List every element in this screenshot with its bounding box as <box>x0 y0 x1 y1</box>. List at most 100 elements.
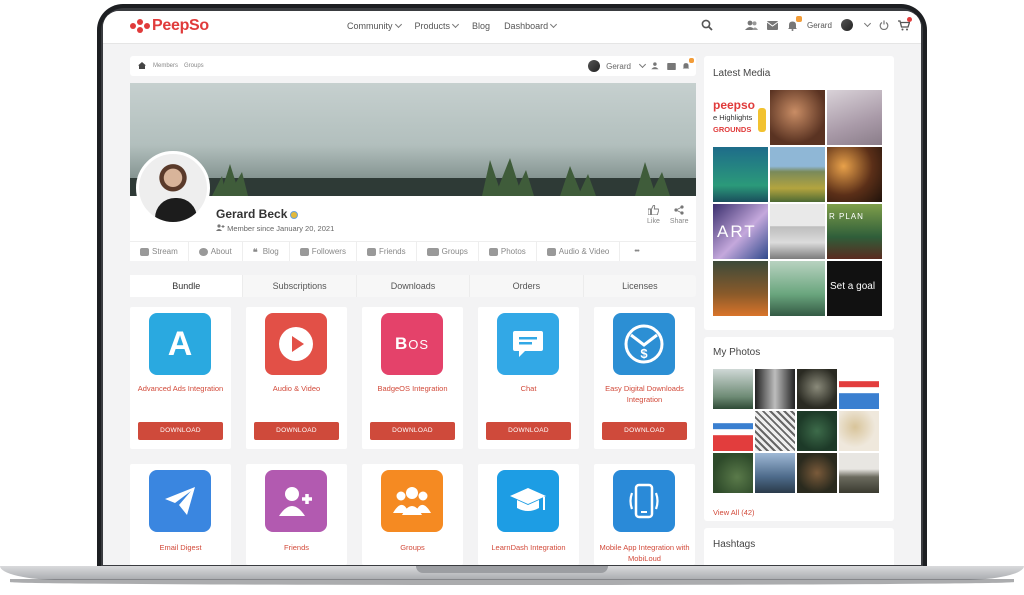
chevron-down-icon[interactable] <box>638 60 647 69</box>
tab-about[interactable]: About <box>189 242 243 261</box>
photo-tile[interactable] <box>797 453 837 493</box>
photo-tile[interactable] <box>713 411 753 451</box>
tab-blog[interactable]: ❝ Blog <box>243 242 290 261</box>
notifications-icon[interactable] <box>682 58 694 70</box>
media-tile[interactable] <box>827 90 882 145</box>
media-tile[interactable] <box>770 90 825 145</box>
download-button[interactable]: DOWNLOAD <box>254 422 339 440</box>
media-tile[interactable]: ART <box>713 204 768 259</box>
media-tile[interactable] <box>713 147 768 202</box>
product-card: LearnDash Integration <box>478 464 579 565</box>
hashtags-title: Hashtags <box>713 539 756 550</box>
nav-community[interactable]: Community <box>347 20 402 31</box>
dollar-download-icon[interactable]: $ <box>613 313 675 375</box>
view-all-photos-link[interactable]: View All (42) <box>713 508 755 517</box>
download-button[interactable]: DOWNLOAD <box>486 422 571 440</box>
add-friend-icon[interactable] <box>265 470 327 532</box>
photo-tile[interactable] <box>797 369 837 409</box>
notifications-icon[interactable] <box>787 15 802 31</box>
latest-media-widget: Latest Media peepso e Highlights GROUNDS… <box>704 56 894 330</box>
photo-tile[interactable] <box>755 411 795 451</box>
product-name[interactable]: BadgeOS Integration <box>362 383 463 394</box>
photo-tile[interactable] <box>839 453 879 493</box>
tab-followers[interactable]: Followers <box>290 242 357 261</box>
chat-bubble-icon[interactable] <box>497 313 559 375</box>
tab-licenses[interactable]: Licenses <box>584 275 696 297</box>
media-tile[interactable]: R PLAN <box>827 204 882 259</box>
brand-name: PeepSo <box>152 17 209 34</box>
group-icon[interactable] <box>381 470 443 532</box>
product-name[interactable]: Email Digest <box>130 542 231 553</box>
download-button[interactable]: DOWNLOAD <box>602 422 687 440</box>
product-name[interactable]: Audio & Video <box>246 383 347 394</box>
product-name[interactable]: Groups <box>362 542 463 553</box>
user-avatar[interactable] <box>588 60 601 72</box>
media-tile[interactable] <box>827 147 882 202</box>
product-card: $ Easy Digital Downloads Integration DOW… <box>594 307 695 449</box>
download-button[interactable]: DOWNLOAD <box>370 422 455 440</box>
nav-blog[interactable]: Blog <box>472 21 490 31</box>
friends-icon[interactable] <box>651 62 661 70</box>
mail-icon[interactable] <box>767 20 778 30</box>
photo-tile[interactable] <box>839 369 879 409</box>
tab-downloads[interactable]: Downloads <box>357 275 471 297</box>
photo-tile[interactable] <box>713 453 753 493</box>
tab-more[interactable]: ••• <box>620 242 652 261</box>
profile-avatar[interactable] <box>136 151 210 225</box>
graduation-cap-icon[interactable] <box>497 470 559 532</box>
breadcrumb-groups[interactable]: Groups <box>184 63 204 69</box>
download-button[interactable]: DOWNLOAD <box>138 422 223 440</box>
home-icon[interactable] <box>138 62 146 69</box>
top-nav: PeepSo Community Products Blog Dashboard… <box>103 11 921 44</box>
laptop-notch <box>416 566 608 573</box>
breadcrumb-user[interactable]: Gerard <box>606 62 631 71</box>
bos-logo-icon[interactable]: BOS <box>381 313 443 375</box>
chevron-down-icon <box>550 20 558 29</box>
photo-tile[interactable] <box>755 453 795 493</box>
nav-products[interactable]: Products <box>415 20 460 31</box>
photo-tile[interactable] <box>713 369 753 409</box>
photo-tile[interactable] <box>839 411 879 451</box>
brand-logo[interactable]: PeepSo <box>130 17 209 35</box>
product-name[interactable]: Chat <box>478 383 579 394</box>
tab-bundle[interactable]: Bundle <box>130 275 244 297</box>
search-icon[interactable] <box>701 19 713 31</box>
media-tile[interactable]: Set a goal <box>827 261 882 316</box>
mobile-app-icon[interactable] <box>613 470 675 532</box>
user-avatar[interactable] <box>840 19 853 31</box>
media-tile[interactable] <box>770 204 825 259</box>
media-tile[interactable] <box>713 261 768 316</box>
tab-orders[interactable]: Orders <box>470 275 584 297</box>
media-grid: peepso e Highlights GROUNDS ART R PLAN S… <box>713 90 882 316</box>
product-name[interactable]: Mobile App Integration with MobiLoud <box>594 542 695 564</box>
tab-subscriptions[interactable]: Subscriptions <box>243 275 357 297</box>
user-name[interactable]: Gerard <box>807 21 832 30</box>
media-tile[interactable]: peepso e Highlights GROUNDS <box>713 90 768 145</box>
tab-stream[interactable]: Stream <box>130 242 189 261</box>
tab-photos[interactable]: Photos <box>479 242 537 261</box>
power-icon[interactable] <box>879 20 889 30</box>
chevron-down-icon[interactable] <box>863 19 871 28</box>
media-tile[interactable] <box>770 147 825 202</box>
like-button[interactable]: Like <box>647 205 660 225</box>
friends-icon[interactable] <box>745 20 758 31</box>
mail-icon[interactable] <box>667 62 676 70</box>
product-name[interactable]: Friends <box>246 542 347 553</box>
share-button[interactable]: Share <box>670 205 689 225</box>
nav-dashboard[interactable]: Dashboard <box>504 20 558 31</box>
tab-audio-video[interactable]: Audio & Video <box>537 242 621 261</box>
product-name[interactable]: LearnDash Integration <box>478 542 579 553</box>
cart-icon[interactable] <box>897 16 912 31</box>
play-icon[interactable] <box>265 313 327 375</box>
tab-friends[interactable]: Friends <box>357 242 417 261</box>
breadcrumb-members[interactable]: Members <box>153 63 178 69</box>
a-letter-icon[interactable]: A <box>149 313 211 375</box>
media-tile[interactable] <box>770 261 825 316</box>
paper-plane-icon[interactable] <box>149 470 211 532</box>
product-name[interactable]: Advanced Ads Integration <box>130 383 231 394</box>
tab-groups[interactable]: Groups <box>417 242 479 261</box>
product-name[interactable]: Easy Digital Downloads Integration <box>594 383 695 405</box>
photo-tile[interactable] <box>755 369 795 409</box>
photo-tile[interactable] <box>797 411 837 451</box>
product-card: Email Digest <box>130 464 231 565</box>
